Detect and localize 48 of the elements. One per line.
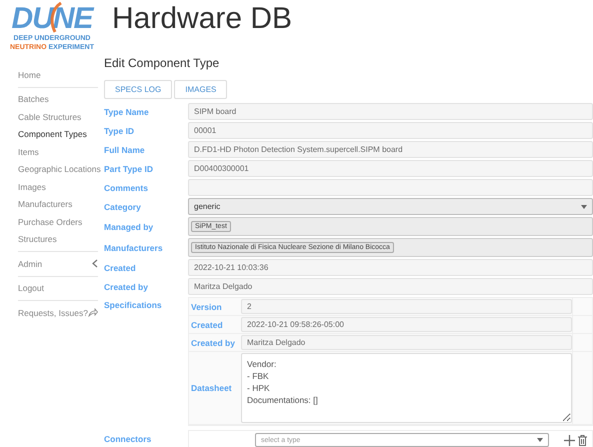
sidebar-item[interactable]: Admin <box>18 255 98 272</box>
sidebar-item[interactable]: Batches <box>18 90 98 108</box>
field-label: Part Type ID <box>104 164 154 174</box>
caret-icon <box>581 204 587 208</box>
page-heading: Edit Component Type <box>104 56 220 70</box>
input-field[interactable]: D00400300001 <box>188 160 593 177</box>
app-title: Hardware DB <box>112 2 292 36</box>
text-area[interactable]: Vendor: - FBK - HPK Documentations: [] <box>241 353 572 423</box>
sidebar-item[interactable]: Geographic Locations <box>18 160 98 178</box>
add-icon[interactable] <box>564 434 575 446</box>
field-label: Type Name <box>104 106 150 116</box>
input-field[interactable]: 2 <box>241 299 572 314</box>
trash-icon[interactable] <box>578 434 587 446</box>
tab[interactable]: SPECS LOG <box>104 80 172 99</box>
input-field[interactable]: Maritza Delgado <box>188 278 593 295</box>
field-label: Manufacturers <box>104 242 164 252</box>
sidebar-item[interactable]: Home <box>18 66 98 84</box>
share-icon <box>88 308 98 318</box>
sidebar-item[interactable]: Component Types <box>18 126 98 143</box>
input-field[interactable]: 2022-10-21 10:03:36 <box>188 259 593 276</box>
sidebar-item[interactable]: Structures <box>18 230 98 248</box>
sidebar-item[interactable]: Items <box>18 143 98 160</box>
input-field[interactable]: D.FD1-HD Photon Detection System.supercell.SIPM board <box>188 141 593 158</box>
sidebar-item[interactable]: Purchase Orders <box>18 213 98 230</box>
field-label: Created <box>104 262 137 272</box>
sidebar-item[interactable]: Requests, Issues? <box>18 304 98 322</box>
field-label: Full Name <box>104 144 146 154</box>
input-field[interactable] <box>188 179 593 196</box>
input-field[interactable]: Maritza Delgado <box>241 335 572 350</box>
field-label: Created by <box>104 282 149 292</box>
sidebar-item[interactable]: Manufacturers <box>18 196 98 213</box>
sidebar-item[interactable]: Images <box>18 178 98 196</box>
field-label: Comments <box>104 182 149 192</box>
input-field[interactable]: 2022-10-21 09:58:26-05:00 <box>241 317 572 332</box>
input-field[interactable]: SIPM board <box>188 103 593 120</box>
input-field[interactable]: 00001 <box>188 122 593 139</box>
select-field[interactable]: generic <box>188 198 593 215</box>
field-label: Connectors <box>104 434 152 444</box>
sidebar-item[interactable]: Cable Structures <box>18 108 98 126</box>
field-label: Managed by <box>104 222 154 232</box>
field-label: Type ID <box>104 126 136 136</box>
caret-icon <box>537 438 543 442</box>
sidebar-item[interactable]: Logout <box>18 280 98 297</box>
chevron-icon <box>92 259 98 268</box>
field-label: Specifications <box>104 299 163 310</box>
field-label: Category <box>104 202 142 212</box>
select-value: generic <box>194 202 220 211</box>
tab[interactable]: IMAGES <box>174 80 228 99</box>
